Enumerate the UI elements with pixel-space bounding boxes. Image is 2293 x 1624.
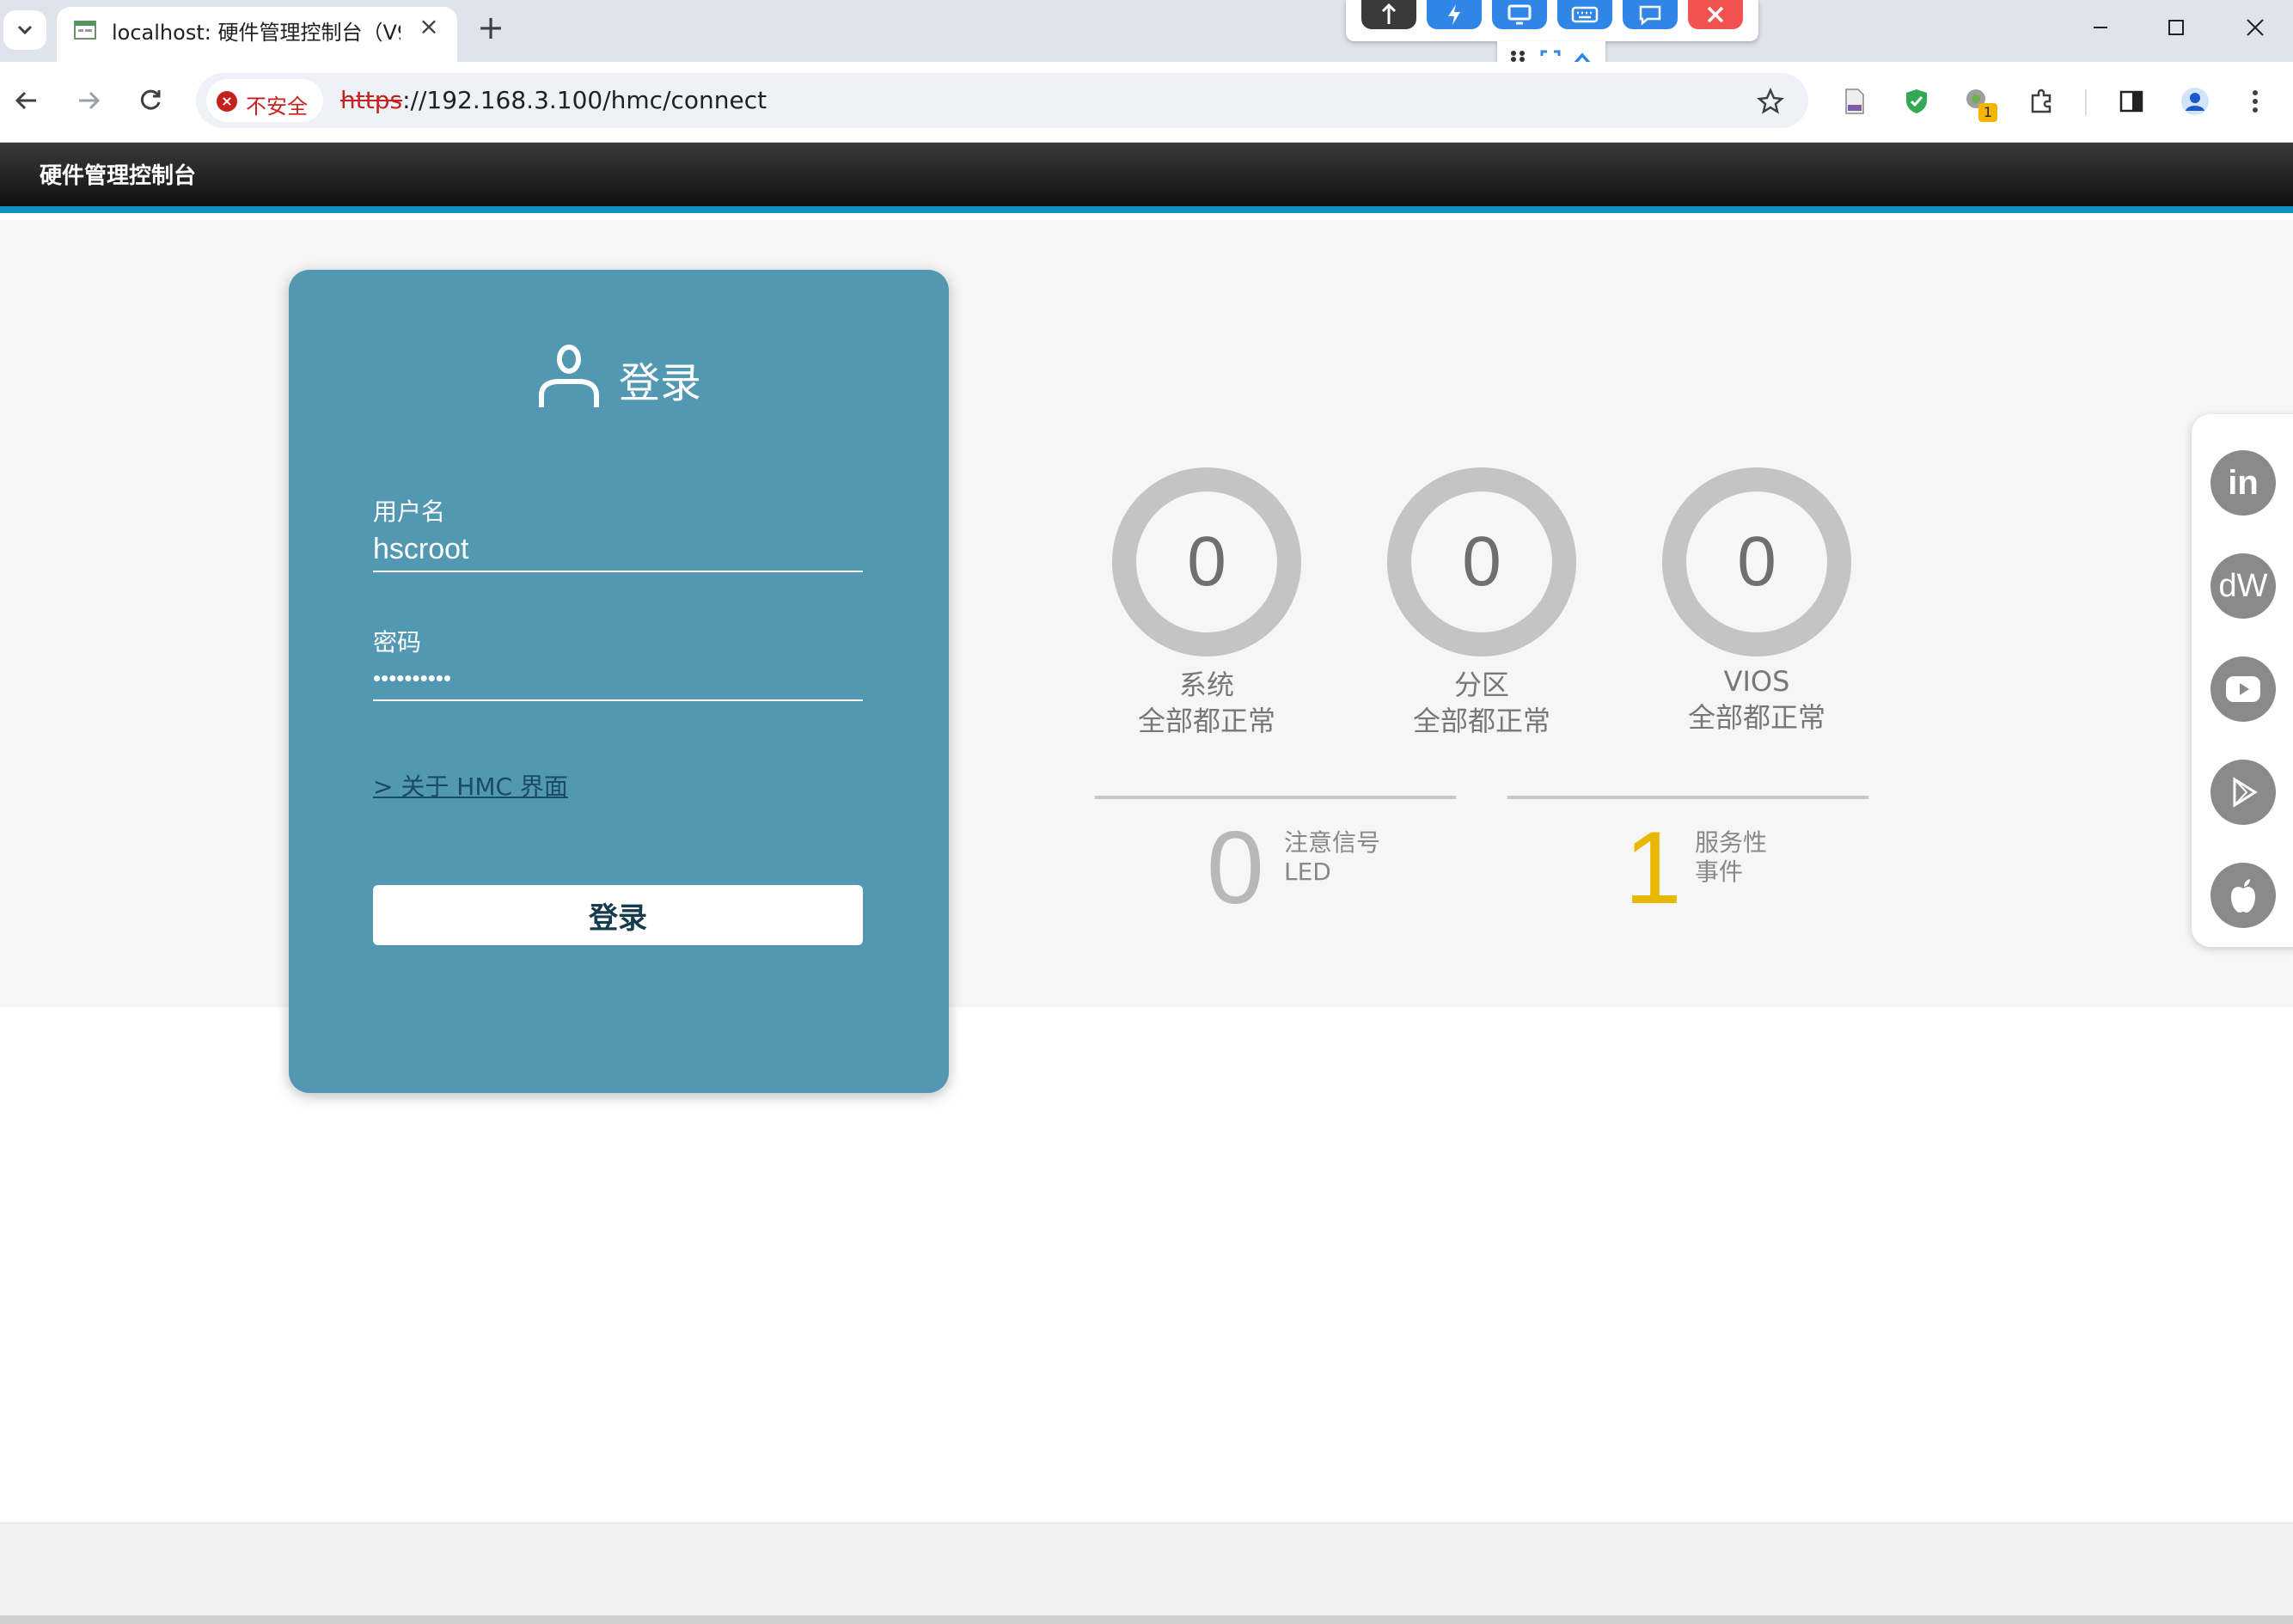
toolbar-divider (2085, 89, 2087, 115)
vios-state: 全部都正常 (1687, 701, 1825, 734)
forward-button[interactable] (67, 79, 110, 122)
display-button[interactable] (1492, 0, 1547, 29)
maximize-button[interactable] (2150, 9, 2202, 46)
hmc-banner: 硬件管理控制台 (0, 143, 2293, 213)
side-panel-icon (2119, 90, 2143, 113)
bookmark-button[interactable] (1750, 81, 1791, 122)
developerworks-icon[interactable]: dW (2210, 553, 2276, 619)
play-glyph (2233, 777, 2258, 808)
about-hmc-link[interactable]: > 关于 HMC 界面 (373, 768, 568, 803)
url-scheme: https (340, 86, 403, 114)
vios-ring[interactable]: 0 (1662, 467, 1851, 656)
reload-button[interactable] (129, 79, 172, 122)
taskbar-edge (0, 1615, 2293, 1624)
extensions-button[interactable] (2021, 81, 2063, 122)
page-footer (0, 1523, 2293, 1617)
tab-close-icon[interactable]: × (414, 12, 443, 41)
browser-menu-button[interactable] (2235, 81, 2276, 122)
youtube-glyph (2226, 676, 2260, 702)
attention-led-count[interactable]: 0 (1207, 816, 1264, 919)
service-events-label: 服务性 事件 (1695, 828, 1767, 887)
url-text[interactable]: https://192.168.3.100/hmc/connect (340, 86, 767, 114)
systems-name: 系统 (1178, 669, 1234, 701)
browser-toolbar: × 不安全 https://192.168.3.100/hmc/connect … (0, 62, 2293, 143)
monitor-icon (1507, 4, 1532, 25)
user-icon (539, 345, 599, 407)
service-events-count[interactable]: 1 (1624, 816, 1682, 919)
username-label: 用户名 (373, 498, 446, 526)
reload-icon (140, 89, 161, 110)
page-favicon-icon (74, 21, 96, 40)
youtube-icon[interactable] (2210, 656, 2276, 722)
login-title: 登录 (619, 359, 702, 407)
password-input[interactable] (373, 656, 863, 701)
systems-label: 系统 全部都正常 (1095, 667, 1318, 739)
new-tab-button[interactable]: + (473, 10, 509, 46)
shield-icon (1906, 89, 1927, 113)
attention-led-label: 注意信号 LED (1284, 828, 1380, 887)
partitions-ring[interactable]: 0 (1387, 467, 1576, 656)
keyboard-button[interactable] (1557, 0, 1612, 29)
arrow-left-icon (15, 91, 36, 110)
password-label: 密码 (373, 628, 422, 656)
security-text: 不安全 (246, 95, 308, 119)
service-divider (1507, 796, 1868, 799)
chevron-down-icon (17, 25, 33, 35)
login-button[interactable]: 登录 (373, 885, 863, 945)
systems-state: 全部都正常 (1137, 705, 1275, 737)
close-icon (1707, 6, 1724, 23)
service-events-line2: 事件 (1695, 858, 1744, 886)
attention-divider (1095, 796, 1456, 799)
username-input[interactable] (373, 528, 863, 572)
more-vert-icon (2253, 90, 2258, 113)
login-card: 登录 用户名 密码 > 关于 HMC 界面 登录 (289, 270, 949, 1093)
avatar-icon (2181, 88, 2209, 115)
systems-ring[interactable]: 0 (1112, 467, 1301, 656)
maximize-icon (2168, 20, 2184, 35)
partitions-state: 全部都正常 (1412, 705, 1550, 737)
extension-badge: 1 (1978, 103, 1997, 122)
minimize-icon (2094, 27, 2107, 28)
linkedin-icon[interactable]: in (2210, 450, 2276, 516)
social-links-bar: in dW (2192, 414, 2293, 947)
service-events-line1: 服务性 (1695, 828, 1768, 857)
not-secure-icon: × (217, 91, 237, 112)
profile-button[interactable] (2174, 81, 2216, 122)
partitions-label: 分区 全部都正常 (1370, 667, 1593, 739)
window-close-button[interactable] (2229, 9, 2281, 46)
pdf-icon (1845, 89, 1864, 114)
vios-name: VIOS (1723, 665, 1790, 698)
chat-button[interactable] (1623, 0, 1678, 29)
chat-icon (1639, 5, 1661, 26)
lightning-icon (1448, 4, 1460, 25)
browser-tab-strip: localhost: 硬件管理控制台（V9 × + (0, 0, 2293, 77)
keyboard-icon (1571, 6, 1599, 23)
pin-button[interactable] (1361, 0, 1416, 29)
lightning-button[interactable] (1427, 0, 1482, 29)
banner-title: 硬件管理控制台 (40, 163, 197, 189)
apple-icon[interactable] (2210, 863, 2276, 928)
close-icon (2247, 19, 2264, 36)
side-panel-button[interactable] (2111, 81, 2152, 122)
puzzle-icon (2031, 89, 2051, 113)
tab-title: localhost: 硬件管理控制台（V9 (112, 21, 401, 45)
play-store-icon[interactable] (2210, 760, 2276, 825)
url-path: ://192.168.3.100/hmc/connect (402, 86, 767, 114)
partitions-name: 分区 (1453, 669, 1509, 701)
arrow-right-icon (79, 91, 101, 110)
star-icon (1757, 88, 1784, 114)
attention-led-line1: 注意信号 (1284, 828, 1381, 857)
pin-icon (1381, 3, 1397, 24)
apple-glyph (2231, 879, 2255, 913)
attention-led-line2: LED (1284, 858, 1331, 886)
tab-search-button[interactable] (3, 10, 46, 50)
vios-label: VIOS 全部都正常 (1645, 663, 1868, 736)
shield-extension-button[interactable] (1896, 81, 1937, 122)
minimize-button[interactable] (2075, 9, 2126, 46)
disconnect-button[interactable] (1688, 0, 1743, 29)
back-button[interactable] (5, 79, 48, 122)
pdf-extension-button[interactable] (1834, 81, 1875, 122)
